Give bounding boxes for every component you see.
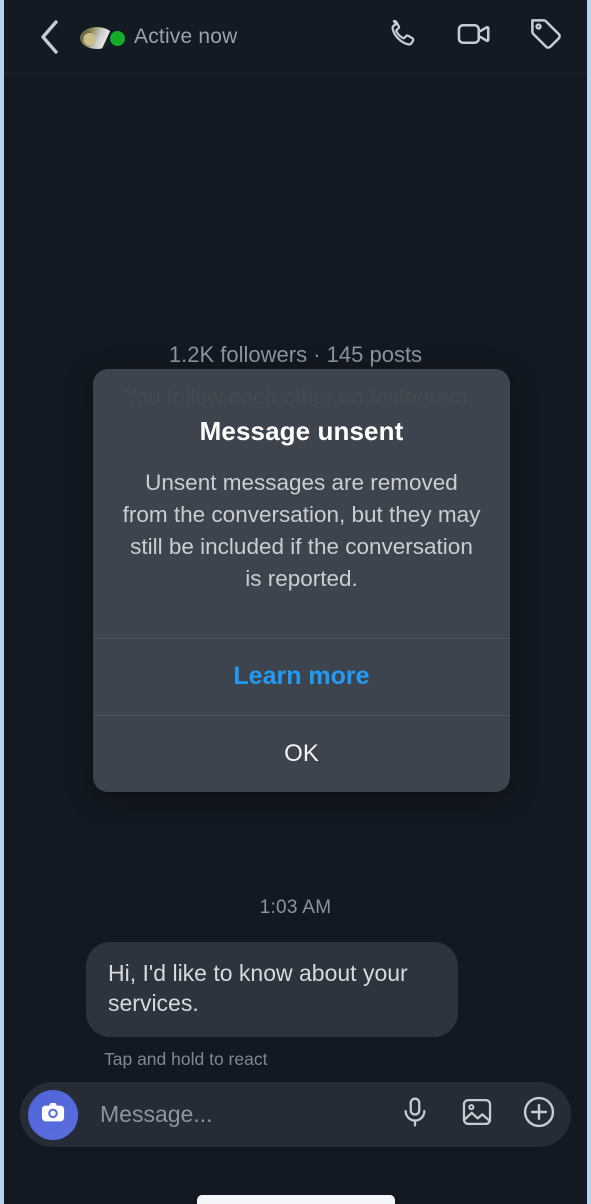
microphone-icon: [398, 1095, 432, 1134]
message-timestamp: 1:03 AM: [259, 897, 332, 918]
video-call-button[interactable]: [455, 18, 493, 56]
camera-icon: [39, 1098, 67, 1131]
message-unsent-dialog: Message unsent Unsent messages are remov…: [93, 369, 510, 792]
ok-button[interactable]: OK: [93, 714, 510, 792]
profile-meta-text: 1.2K followers · 145 posts: [168, 342, 423, 367]
plus-circle-icon: [521, 1094, 557, 1135]
back-button[interactable]: [30, 17, 70, 57]
home-indicator: [196, 1195, 395, 1204]
phone-icon: [384, 16, 420, 57]
header-actions: [383, 18, 565, 56]
chat-header: Active now: [4, 0, 587, 74]
tag-icon: [527, 15, 565, 58]
composer-bar: [20, 1082, 571, 1147]
message-row: Hi, I'd like to know about your services…: [86, 942, 458, 1070]
active-status-label: Active now: [134, 24, 238, 48]
dialog-title: Message unsent: [199, 416, 404, 446]
composer-actions: [396, 1096, 558, 1134]
video-camera-icon: [455, 15, 493, 58]
voice-message-button[interactable]: [396, 1096, 434, 1134]
online-status-dot: [108, 28, 127, 48]
image-icon: [460, 1095, 494, 1134]
message-composer: [4, 1074, 587, 1204]
more-options-button[interactable]: [520, 1096, 558, 1134]
tag-button[interactable]: [527, 18, 565, 56]
camera-button[interactable]: [28, 1089, 78, 1140]
chevron-left-icon: [37, 17, 63, 57]
incoming-message-bubble[interactable]: Hi, I'd like to know about your services…: [86, 942, 458, 1037]
react-hint-text: Tap and hold to react: [104, 1048, 268, 1069]
audio-call-button[interactable]: [383, 18, 421, 56]
message-input[interactable]: [78, 1101, 396, 1128]
dialog-body-text: Unsent messages are removed from the con…: [122, 470, 481, 591]
learn-more-button[interactable]: Learn more: [93, 637, 510, 715]
avatar[interactable]: [80, 17, 127, 57]
gallery-button[interactable]: [458, 1096, 496, 1134]
messaging-app-screen: Active now 1.2K followers · 145 posts 1:…: [0, 0, 591, 1204]
